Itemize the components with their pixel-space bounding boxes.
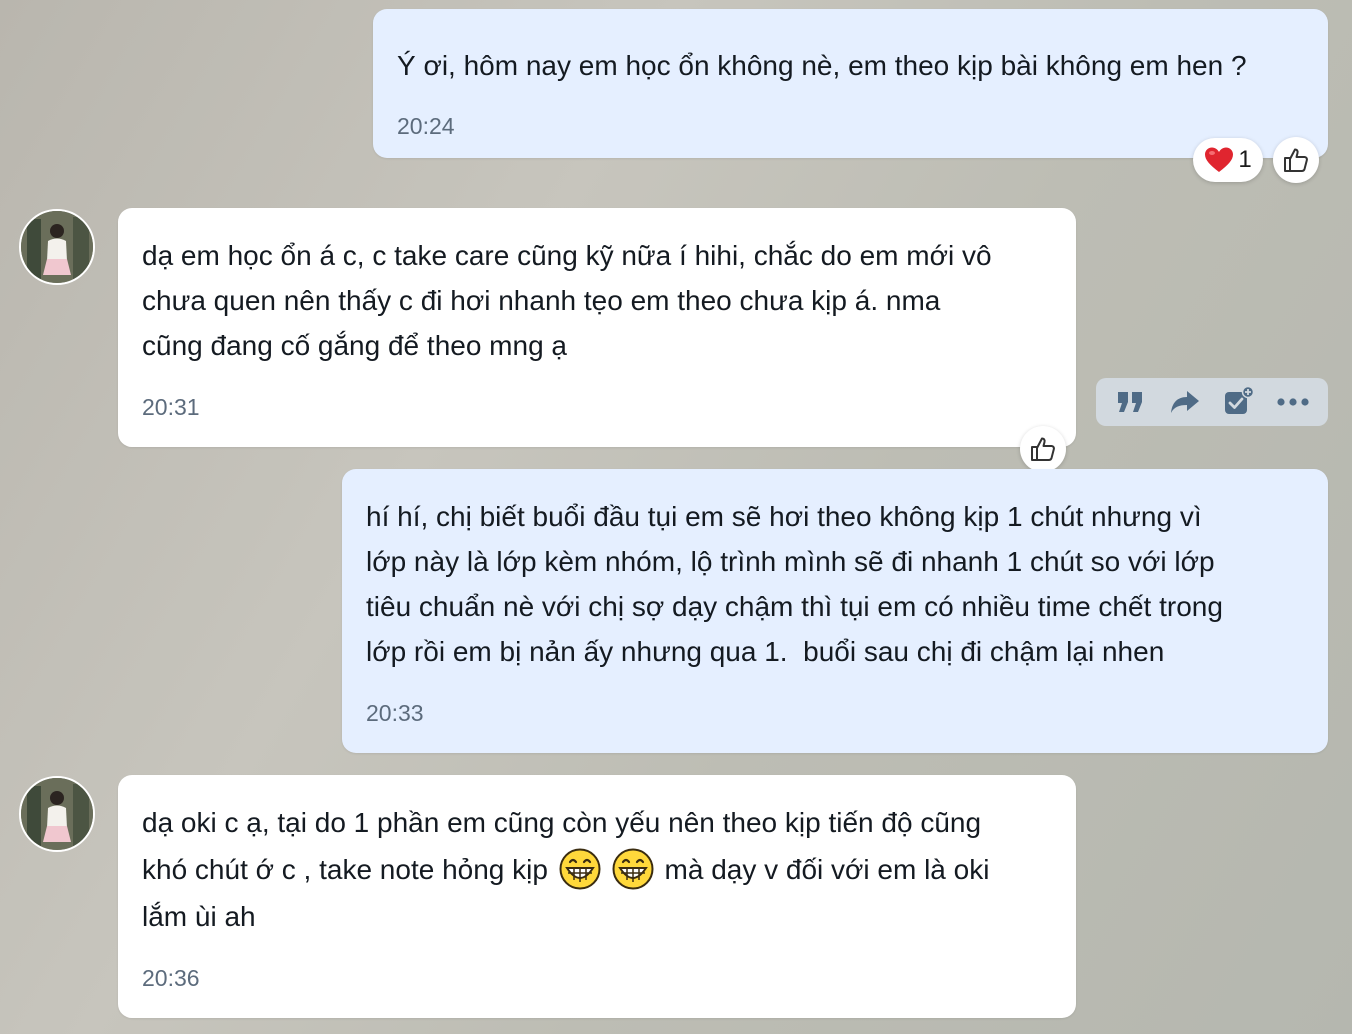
grinning-face-icon <box>559 848 601 890</box>
message-text-line: lắm ùi ah <box>142 901 256 932</box>
message-text-line: lớp này là lớp kèm nhóm, lộ trình mình s… <box>366 546 1215 577</box>
add-task-icon[interactable] <box>1219 382 1259 422</box>
like-button[interactable] <box>1273 137 1319 183</box>
reaction-pill[interactable]: 1 <box>1193 138 1263 182</box>
message-text-line: dạ oki c ạ, tại do 1 phần em cũng còn yế… <box>142 807 982 838</box>
message-text-line: dạ em học ổn á c, c take care cũng kỹ nữ… <box>142 240 992 271</box>
message-text-line: cũng đang cố gắng để theo mng ạ <box>142 330 568 361</box>
message-time: 20:33 <box>366 700 424 726</box>
heart-icon <box>1204 146 1234 174</box>
message-time: 20:36 <box>142 965 200 991</box>
message-action-toolbar <box>1096 378 1328 426</box>
message-bubble-outgoing[interactable]: Ý ơi, hôm nay em học ổn không nè, em the… <box>373 9 1328 158</box>
message-bubble-incoming[interactable]: dạ oki c ạ, tại do 1 phần em cũng còn yế… <box>118 775 1076 1018</box>
more-icon[interactable] <box>1273 382 1313 422</box>
message-text-segment: mà dạy v đối với em là oki <box>656 854 990 885</box>
quote-icon[interactable] <box>1111 382 1151 422</box>
message-text-line: tiêu chuẩn nè với chị sợ dạy chậm thì tụ… <box>366 591 1223 622</box>
avatar[interactable] <box>19 209 95 285</box>
message-text-line: chưa quen nên thấy c đi hơi nhanh tẹo em… <box>142 285 941 316</box>
avatar[interactable] <box>19 776 95 852</box>
message-bubble-incoming[interactable]: dạ em học ổn á c, c take care cũng kỹ nữ… <box>118 208 1076 447</box>
message-text: Ý ơi, hôm nay em học ổn không nè, em the… <box>397 50 1247 81</box>
thumbs-up-icon <box>1282 146 1310 174</box>
message-bubble-outgoing[interactable]: hí hí, chị biết buổi đầu tụi em sẽ hơi t… <box>342 469 1328 753</box>
grinning-face-icon <box>612 848 654 890</box>
forward-icon[interactable] <box>1165 382 1205 422</box>
message-text-line: hí hí, chị biết buổi đầu tụi em sẽ hơi t… <box>366 501 1202 532</box>
message-time: 20:31 <box>142 394 200 420</box>
message-text-line: lớp rồi em bị nản ấy nhưng qua 1. buổi s… <box>366 636 1165 667</box>
reaction-count: 1 <box>1238 146 1252 173</box>
message-text-line: khó chút ớ c , take note hỏng kịp mà dạy… <box>142 847 989 897</box>
like-button[interactable] <box>1020 426 1066 472</box>
message-text-segment: khó chút ớ c , take note hỏng kịp <box>142 854 556 885</box>
message-time: 20:24 <box>397 113 455 139</box>
thumbs-up-icon <box>1029 435 1057 463</box>
